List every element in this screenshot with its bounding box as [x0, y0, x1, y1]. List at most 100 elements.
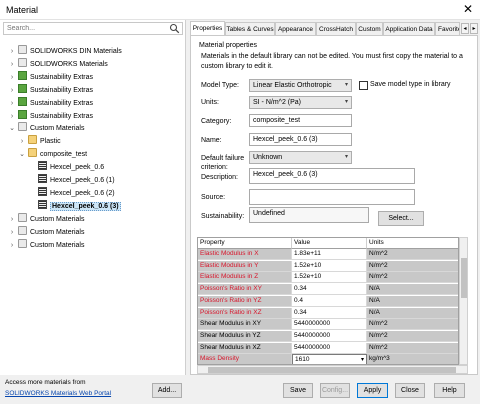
tab-appearance[interactable]: Appearance: [275, 22, 316, 36]
chevron-right-icon[interactable]: ›: [18, 136, 26, 148]
tree-item[interactable]: › SOLIDWORKS DIN Materials: [8, 45, 122, 57]
chevron-down-icon[interactable]: ⌄: [8, 123, 16, 135]
table-row[interactable]: Mass Density 1610 ▾ kg/m^3: [198, 354, 458, 364]
model-type-select[interactable]: Linear Elastic Orthotropic ▾: [249, 79, 352, 92]
description-field[interactable]: Hexcel_peek_0.6 (3): [249, 168, 415, 184]
table-row[interactable]: Shear Modulus in XZ 5440000000 N/m^2: [198, 343, 458, 354]
column-header-property[interactable]: Property: [198, 238, 292, 249]
table-row[interactable]: Poisson's Ratio in YZ 0.4 N/A: [198, 296, 458, 307]
property-name-cell: Elastic Modulus in Z: [198, 272, 292, 283]
add-button[interactable]: Add...: [152, 383, 182, 398]
tree-item[interactable]: › Custom Materials: [8, 213, 84, 225]
tab-crosshatch[interactable]: CrossHatch: [316, 22, 356, 36]
chevron-down-icon: ▾: [344, 99, 348, 105]
property-value-cell[interactable]: 1.52e+10: [292, 272, 367, 283]
tree-item[interactable]: › Sustainability Extras: [8, 110, 93, 122]
property-units-cell: N/A: [367, 308, 458, 319]
category-field[interactable]: composite_test: [249, 114, 352, 127]
table-row[interactable]: Elastic Modulus in Z 1.52e+10 N/m^2: [198, 272, 458, 283]
chevron-down-icon[interactable]: ▾: [361, 355, 364, 364]
tree-item[interactable]: Hexcel_peek_0.6 (2): [28, 187, 115, 199]
table-row[interactable]: Poisson's Ratio in XZ 0.34 N/A: [198, 308, 458, 319]
save-model-type-label: Save model type in library: [370, 81, 451, 88]
tab-custom[interactable]: Custom: [356, 22, 383, 36]
chevron-right-icon[interactable]: ›: [8, 46, 16, 58]
chevron-right-icon[interactable]: ›: [8, 227, 16, 239]
tree-item[interactable]: Hexcel_peek_0.6: [28, 161, 104, 173]
edit-restriction-note: Materials in the default library can not…: [201, 53, 463, 70]
tree-item[interactable]: Hexcel_peek_0.6 (3): [28, 200, 121, 212]
select-button[interactable]: Select...: [378, 211, 424, 226]
chevron-down-icon[interactable]: ⌄: [18, 149, 26, 161]
tree-item[interactable]: › Custom Materials: [8, 226, 84, 238]
failure-criterion-value: Unknown: [253, 154, 283, 161]
table-row[interactable]: Poisson's Ratio in XY 0.34 N/A: [198, 284, 458, 295]
tree-item[interactable]: › Plastic: [18, 135, 61, 147]
property-value-cell[interactable]: 5440000000: [292, 343, 367, 354]
tree-item-label: Sustainability Extras: [30, 113, 94, 120]
tree-item[interactable]: › Sustainability Extras: [8, 97, 93, 109]
database-icon: [18, 45, 27, 54]
property-value-cell[interactable]: 0.4: [292, 296, 367, 307]
property-value-cell[interactable]: 5440000000: [292, 319, 367, 330]
chevron-right-icon[interactable]: ›: [8, 85, 16, 97]
table-row[interactable]: Elastic Modulus in X 1.83e+11 N/m^2: [198, 249, 458, 260]
tab-properties[interactable]: Properties: [190, 21, 225, 36]
save-model-type-checkbox[interactable]: [359, 81, 368, 90]
config-button[interactable]: Config...: [320, 383, 350, 398]
table-row[interactable]: Elastic Modulus in Y 1.52e+10 N/m^2: [198, 261, 458, 272]
chevron-right-icon[interactable]: ›: [8, 59, 16, 71]
tab-scroll-left-icon[interactable]: ◂: [461, 23, 469, 34]
name-field[interactable]: Hexcel_peek_0.6 (3): [249, 133, 352, 146]
tree-item[interactable]: › Custom Materials: [8, 239, 84, 251]
tree-item[interactable]: ⌄ composite_test: [18, 148, 87, 160]
chevron-right-icon[interactable]: ›: [8, 240, 16, 252]
close-button[interactable]: Close: [395, 383, 425, 398]
tree-item[interactable]: ⌄ Custom Materials: [8, 122, 84, 134]
materials-web-portal-link[interactable]: SOLIDWORKS Materials Web Portal: [5, 390, 111, 397]
column-header-value[interactable]: Value: [292, 238, 367, 249]
tree-item[interactable]: Hexcel_peek_0.6 (1): [28, 174, 115, 186]
tree-item[interactable]: › Sustainability Extras: [8, 84, 93, 96]
property-grid: Property Value Units Elastic Modulus in …: [197, 237, 459, 365]
chevron-right-icon[interactable]: ›: [8, 72, 16, 84]
failure-criterion-select[interactable]: Unknown ▾: [249, 151, 352, 164]
failure-criterion-label: Default failure criterion:: [201, 155, 245, 171]
property-value-cell[interactable]: 1.83e+11: [292, 249, 367, 260]
units-select[interactable]: SI - N/m^2 (Pa) ▾: [249, 96, 352, 109]
material-properties-heading: Material properties: [199, 42, 257, 49]
help-button[interactable]: Help: [434, 383, 465, 398]
search-input[interactable]: [4, 23, 164, 34]
scroll-thumb[interactable]: [208, 367, 456, 373]
grid-vertical-scrollbar[interactable]: [459, 237, 468, 365]
table-row[interactable]: Shear Modulus in XY 5440000000 N/m^2: [198, 319, 458, 330]
tree-item-label: Hexcel_peek_0.6: [50, 164, 105, 171]
property-value-cell[interactable]: 0.34: [292, 308, 367, 319]
tab-tables-curves[interactable]: Tables & Curves: [225, 22, 275, 36]
property-value-cell[interactable]: 1610 ▾: [292, 354, 367, 364]
green-library-icon: [18, 110, 27, 119]
column-header-units[interactable]: Units: [367, 238, 458, 249]
grid-horizontal-scrollbar[interactable]: [197, 365, 468, 374]
search-icon[interactable]: [169, 23, 180, 34]
material-icon: [38, 187, 47, 196]
property-value-cell[interactable]: 5440000000: [292, 331, 367, 342]
property-value-cell[interactable]: 0.34: [292, 284, 367, 295]
apply-button[interactable]: Apply: [357, 383, 388, 398]
save-button[interactable]: Save: [283, 383, 313, 398]
tab-application-data[interactable]: Application Data: [383, 22, 435, 36]
property-value-cell[interactable]: 1.52e+10: [292, 261, 367, 272]
chevron-right-icon[interactable]: ›: [8, 214, 16, 226]
tree-item[interactable]: › SOLIDWORKS Materials: [8, 58, 108, 70]
property-value-text: 5440000000: [294, 344, 331, 351]
table-row[interactable]: Shear Modulus in YZ 5440000000 N/m^2: [198, 331, 458, 342]
scroll-thumb[interactable]: [461, 258, 467, 298]
source-field[interactable]: [249, 189, 415, 205]
tree-item[interactable]: › Sustainability Extras: [8, 71, 93, 83]
search-box[interactable]: [3, 22, 183, 35]
tab-favorites[interactable]: Favorite: [435, 22, 460, 36]
chevron-right-icon[interactable]: ›: [8, 98, 16, 110]
close-icon[interactable]: ✕: [461, 2, 475, 16]
tab-scroll-right-icon[interactable]: ▸: [470, 23, 478, 34]
category-label: Category:: [201, 118, 232, 125]
